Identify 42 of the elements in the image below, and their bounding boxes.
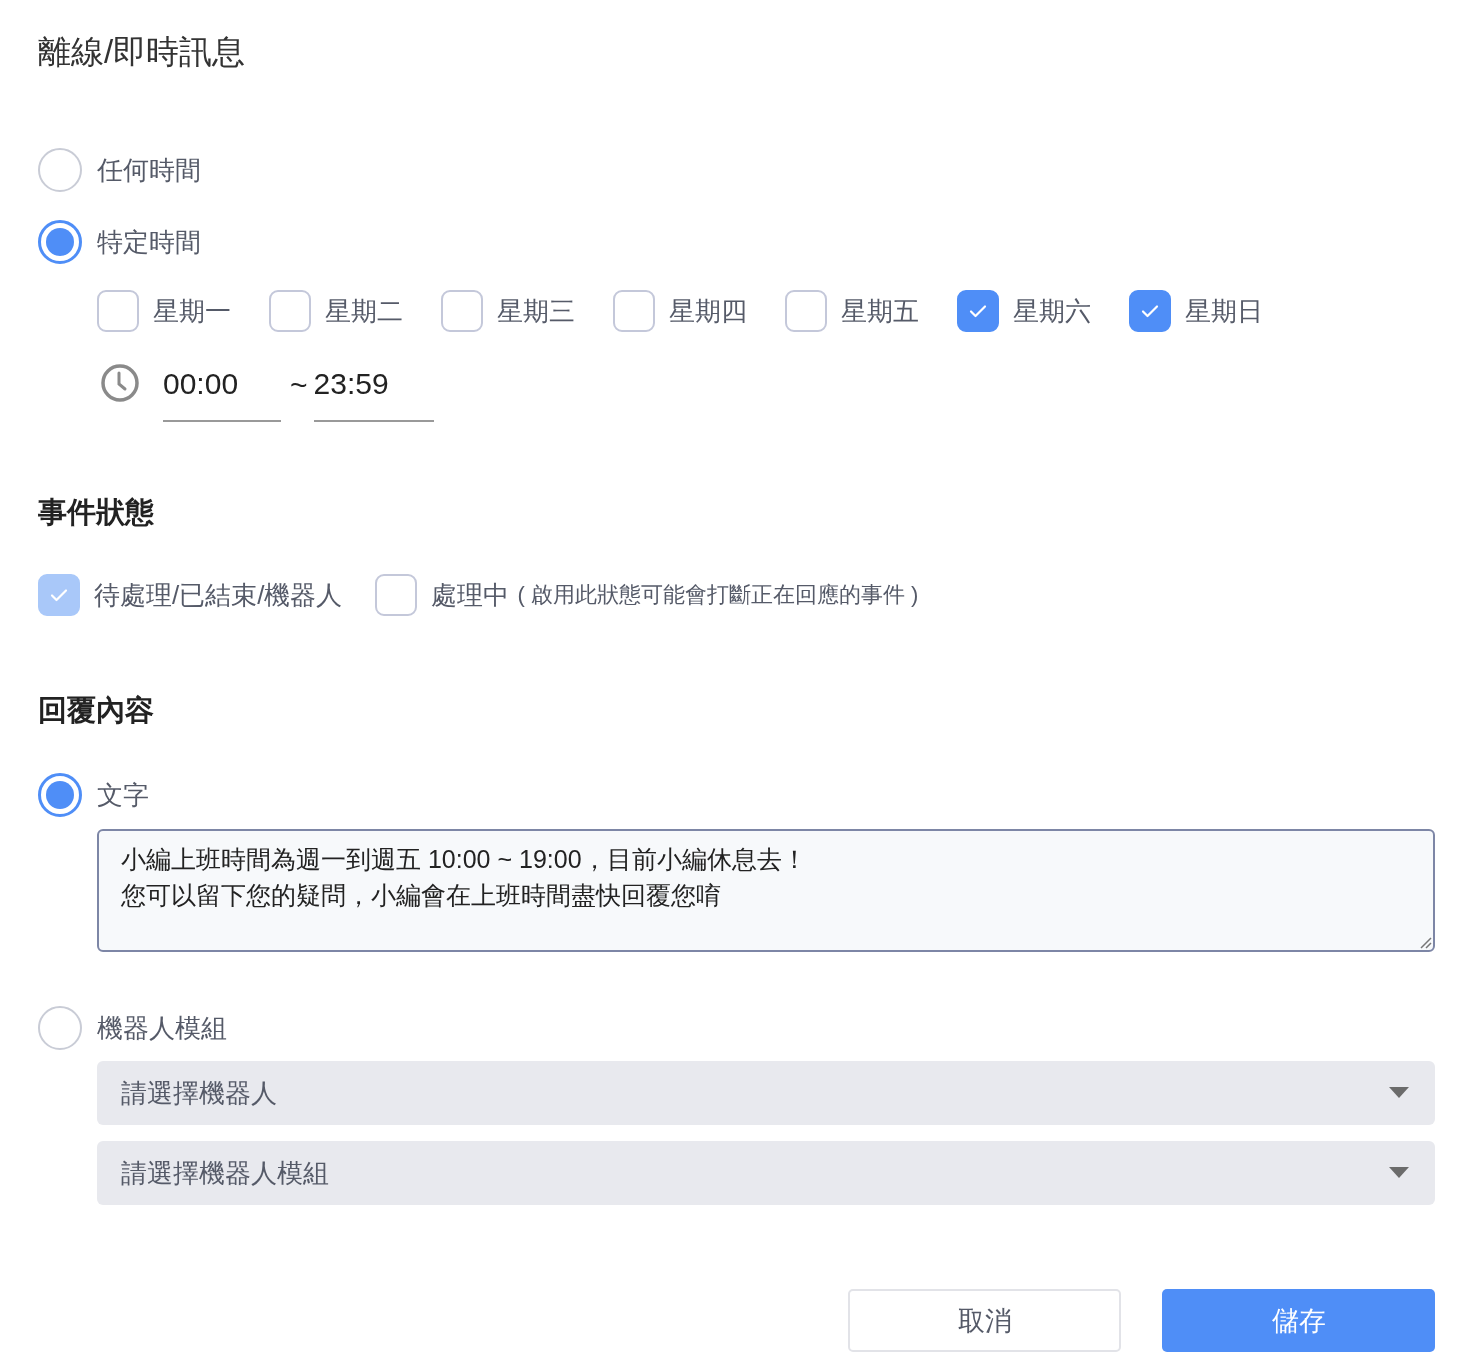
radio-button[interactable]	[38, 148, 82, 192]
checkbox[interactable]	[441, 290, 483, 332]
radio-label: 文字	[97, 778, 149, 812]
radio-label: 特定時間	[97, 225, 201, 259]
cancel-button[interactable]: 取消	[848, 1289, 1121, 1352]
dialog-title: 離線/即時訊息	[38, 32, 247, 72]
radio-label: 機器人模組	[97, 1011, 227, 1045]
checkbox[interactable]	[785, 290, 827, 332]
checkbox-label: 待處理/已結束/機器人	[94, 578, 343, 612]
radio-button[interactable]	[38, 773, 82, 817]
section-heading: 回覆內容	[38, 693, 155, 728]
radio-label: 任何時間	[97, 153, 201, 187]
message-textarea[interactable]: 小編上班時間為週一到週五 10:00 ~ 19:00，目前小編休息去！ 您可以留下您的疑問，小編會在上班時間盡快回覆您唷	[97, 829, 1435, 952]
day-label: 星期一	[153, 294, 231, 328]
radio-button[interactable]	[38, 220, 82, 264]
day-label: 星期日	[1185, 294, 1263, 328]
message-line: 小編上班時間為週一到週五 10:00 ~ 19:00，目前小編休息去！	[121, 844, 807, 875]
day-label: 星期六	[1013, 294, 1091, 328]
warning-note: ( 啟用此狀態可能會打斷正在回應的事件 )	[517, 581, 919, 609]
range-separator: ~	[289, 367, 309, 402]
checkbox[interactable]	[1129, 290, 1171, 332]
checkbox[interactable]	[375, 574, 418, 616]
caret-icon	[1389, 1087, 1409, 1099]
resize-handle-icon[interactable]	[1418, 935, 1432, 949]
radio-button[interactable]	[38, 1006, 82, 1050]
day-label: 星期四	[669, 294, 747, 328]
checkbox-label: 處理中	[431, 578, 510, 612]
dropdown-select[interactable]: 請選擇機器人	[97, 1061, 1435, 1125]
clock-icon	[100, 363, 140, 403]
checkbox[interactable]	[269, 290, 311, 332]
caret-icon	[1389, 1167, 1409, 1179]
start-time-field[interactable]: 00:00	[163, 356, 281, 422]
day-label: 星期五	[841, 294, 919, 328]
checkbox[interactable]	[957, 290, 999, 332]
day-label: 星期二	[325, 294, 403, 328]
checkbox[interactable]	[613, 290, 655, 332]
dropdown-select[interactable]: 請選擇機器人模組	[97, 1141, 1435, 1205]
message-line: 您可以留下您的疑問，小編會在上班時間盡快回覆您唷	[121, 880, 721, 911]
day-label: 星期三	[497, 294, 575, 328]
end-time-field[interactable]: 23:59	[313, 356, 434, 422]
checkbox[interactable]	[97, 290, 139, 332]
section-heading: 事件狀態	[38, 495, 155, 530]
